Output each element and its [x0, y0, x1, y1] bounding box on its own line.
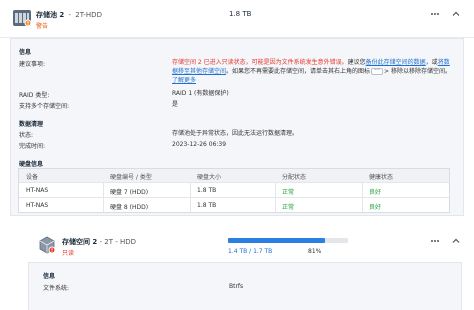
device-cell: HT-NAS	[26, 202, 49, 209]
move-data-link-a[interactable]: 将数	[438, 59, 450, 66]
disk-size-cell: 1.8 TB	[197, 187, 217, 194]
volume-header[interactable]: 存储空间 2 - 2T - HDD 只读 1.4 TB / 1.7 TB 81%	[28, 230, 474, 262]
more-vertical-icon[interactable]	[430, 9, 440, 19]
volume-usage-bar	[228, 238, 348, 243]
disk-table: 设备 硬盘编号 / 类型 硬盘大小 分配状态 健康状态 HT-NAS 硬盘 7 …	[18, 168, 450, 213]
storage-pool-icon	[13, 10, 32, 27]
scrub-state-label: 状态:	[19, 132, 34, 139]
storage-pool-header[interactable]: 存储池 2 - 2T-HDD 警告 1.8 TB	[0, 0, 474, 38]
multi-volume-value: 是	[172, 101, 179, 108]
volume-status-readonly: 只读	[62, 250, 75, 257]
backup-data-link[interactable]: 备份此存储空间的数据	[366, 59, 426, 66]
column-allocation-status: 分配状态	[282, 174, 307, 181]
chevron-up-icon[interactable]	[451, 9, 461, 19]
volume-info-heading: 信息	[43, 273, 56, 280]
suggestion-label: 建议事项:	[19, 61, 46, 68]
move-data-link-b[interactable]: 据移至其他存储空间	[172, 68, 226, 75]
suggestion-text: 存储空间 2 已进入只读状态，可能是因为文件系统发生意外错误。建议您备份此存储空…	[172, 59, 451, 84]
more-vertical-icon[interactable]	[430, 236, 440, 246]
disk-size-cell: 1.8 TB	[197, 202, 217, 209]
health-status-cell: 良好	[369, 189, 382, 196]
multi-volume-label: 支持多个存储空间:	[19, 103, 70, 110]
scrub-heading: 数据清理	[19, 121, 44, 128]
disk-number-cell: 硬盘 8 (HDD)	[110, 204, 149, 211]
volume-usage-percent: 81%	[308, 248, 322, 255]
health-status-cell: 良好	[369, 204, 382, 211]
more-options-icon: ···	[371, 68, 384, 75]
column-disk-size: 硬盘大小	[197, 174, 222, 181]
raid-type-label: RAID 类型:	[19, 92, 50, 99]
pool-title: 存储池 2 - 2T-HDD	[36, 11, 102, 19]
pool-size: 1.8 TB	[229, 10, 252, 18]
filesystem-value: Btrfs	[229, 283, 244, 290]
suggestion-error-text: 存储空间 2 已进入只读状态，可能是因为文件系统发生意外错误。	[172, 59, 348, 66]
table-row[interactable]: HT-NAS 硬盘 8 (HDD) 1.8 TB 正常 良好	[19, 197, 449, 212]
column-device: 设备	[26, 174, 39, 181]
disk-number-cell: 硬盘 7 (HDD)	[110, 189, 149, 196]
table-row[interactable]: HT-NAS 硬盘 7 (HDD) 1.8 TB 正常 良好	[19, 182, 449, 197]
volume-usage-fill	[228, 238, 326, 243]
learn-more-link[interactable]: 了解更多	[172, 77, 196, 84]
allocation-status-cell: 正常	[282, 204, 295, 211]
scrub-done-value: 2023-12-26 06:39	[172, 141, 227, 148]
volume-title: 存储空间 2 - 2T - HDD	[62, 238, 137, 246]
allocation-status-cell: 正常	[282, 189, 295, 196]
disk-info-heading: 硬盘信息	[19, 161, 44, 168]
pool-status-warning: 警告	[36, 23, 49, 30]
scrub-done-label: 完成时间:	[19, 143, 46, 150]
column-disk-number: 硬盘编号 / 类型	[110, 174, 152, 181]
volume-cube-icon	[39, 236, 56, 254]
volume-usage-text: 1.4 TB / 1.7 TB	[228, 248, 273, 255]
filesystem-label: 文件系统:	[43, 285, 70, 292]
chevron-up-icon[interactable]	[451, 236, 461, 246]
disk-table-header: 设备 硬盘编号 / 类型 硬盘大小 分配状态 健康状态	[19, 169, 449, 182]
volume-details-panel: 信息 文件系统: Btrfs	[28, 262, 462, 310]
column-health-status: 健康状态	[369, 174, 394, 181]
device-cell: HT-NAS	[26, 187, 49, 194]
info-heading: 信息	[19, 49, 32, 56]
scrub-state-value: 存储池处于异常状态，因此无法运行数据清理。	[172, 130, 299, 137]
raid-type-value: RAID 1 (有数据保护)	[172, 90, 229, 97]
